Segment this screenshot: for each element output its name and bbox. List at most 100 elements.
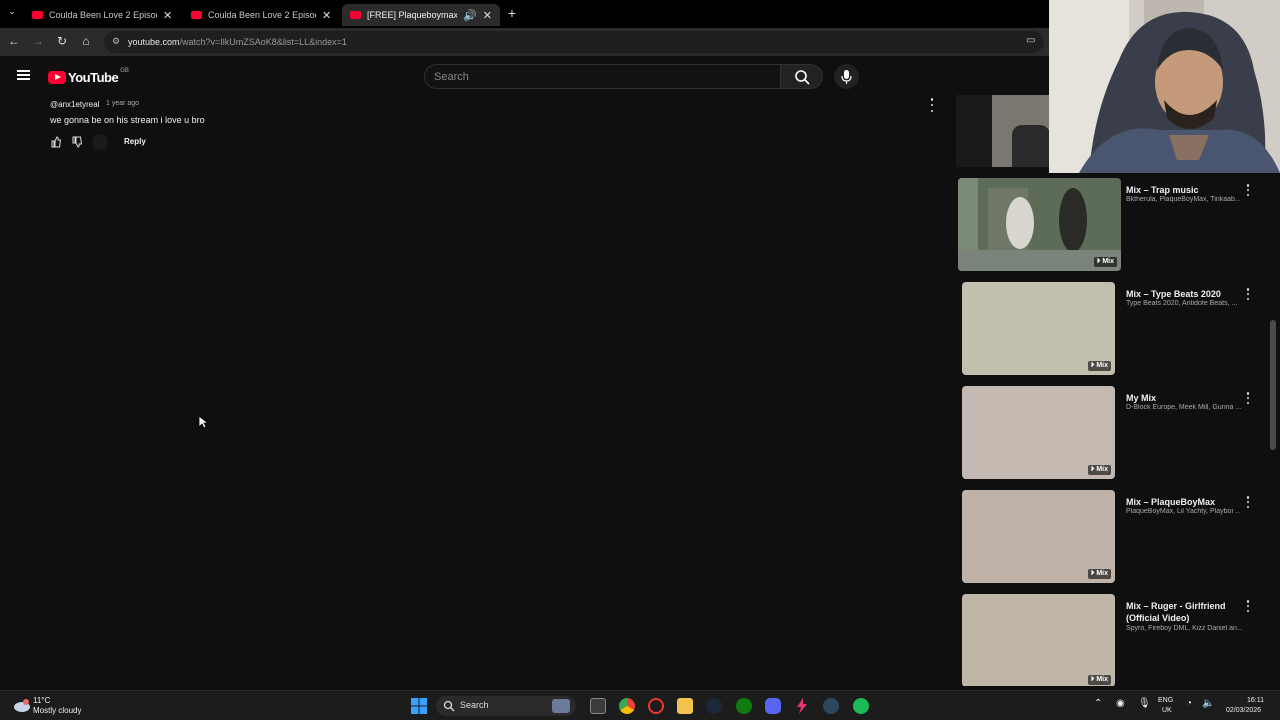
more-actions-icon[interactable] [1246,288,1250,300]
language-code[interactable]: ENG [1158,696,1173,705]
address-bar[interactable]: ⚙ youtube.com/watch?v=IlkUmZSAoK8&list=L… [104,31,1044,53]
video-channels: Type Beats 2020, Antidote Beats, ... [1126,300,1238,307]
more-actions-icon[interactable] [1246,496,1250,508]
more-actions-icon[interactable] [1246,600,1250,612]
site-info-icon[interactable]: ⚙ [112,36,120,47]
tab-title: Coulda Been Love 2 Episode 3: [208,10,316,20]
weather-widget[interactable] [12,695,32,715]
region-code[interactable]: UK [1162,706,1172,715]
steam-icon[interactable] [706,698,722,714]
forward-arrow-icon[interactable]: → [30,34,46,48]
spotify-icon[interactable] [853,698,869,714]
mix-badge: ⏵ Mix [1087,361,1111,371]
webcam-overlay [1049,0,1280,173]
search-highlight-icon [552,699,570,713]
tab-title: Coulda Been Love 2 Episode 3: [49,10,157,20]
video-thumbnail[interactable]: ⏵ Mix [958,178,1121,271]
recommendation-thumbnail-partial[interactable] [956,95,1050,167]
search-placeholder: Search [434,71,469,83]
video-title[interactable]: My Mix [1126,392,1234,404]
clock-date[interactable]: 02/03/2026 [1226,706,1261,715]
windows-start-icon[interactable] [411,698,427,714]
search-icon [443,700,455,712]
youtube-logo[interactable]: YouTube GB [48,67,129,85]
url-path: /watch?v=IlkUmZSAoK8&list=LL&index=1 [179,37,347,47]
tab-list-chevron-icon[interactable]: ⌄ [4,6,20,17]
browser-tab-3-active[interactable]: [FREE] Plaqueboymax Type 🔊 ✕ [342,4,500,26]
video-thumbnail[interactable]: ⏵ Mix [962,282,1115,375]
video-channels: Bktherula, PlaqueBoyMax, Tinkaab... [1126,196,1241,203]
file-explorer-icon[interactable] [677,698,693,714]
youtube-play-icon [48,71,66,84]
comment-timestamp[interactable]: 1 year ago [106,100,139,107]
install-app-icon[interactable]: ▭ [1026,35,1035,46]
country-code: GB [120,67,129,74]
mix-badge: ⏵ Mix [1087,465,1111,475]
close-tab-icon[interactable]: ✕ [483,9,492,22]
url-host: youtube.com [128,37,180,47]
comment-more-actions-icon[interactable] [928,98,936,112]
search-input[interactable]: Search [424,64,781,89]
show-hidden-icons-chevron-icon[interactable]: ⌃ [1094,699,1102,709]
reload-icon[interactable]: ↻ [54,34,70,48]
video-thumbnail[interactable]: ⏵ Mix [962,490,1115,583]
home-icon[interactable]: ⌂ [78,34,94,48]
network-icon[interactable]: ◔ [1186,699,1192,709]
weather-temperature: 11°C [33,696,51,705]
thumbs-up-icon[interactable] [50,136,62,148]
voice-search-button[interactable] [834,64,859,89]
video-title[interactable]: Mix – Type Beats 2020 [1126,288,1234,300]
new-tab-button[interactable]: + [504,5,520,21]
webcam-image [1049,0,1280,173]
thumbs-down-icon[interactable] [71,136,83,148]
mix-badge-label: Mix [1102,258,1114,265]
video-title[interactable]: Mix – Trap music [1126,184,1234,196]
lightning-app-icon[interactable] [794,698,810,714]
recommendation-mix-5[interactable]: ⏵ Mix Mix – Ruger - Girlfriend (Official… [956,594,1256,686]
hamburger-menu-icon[interactable] [17,70,30,80]
browser-tab-2[interactable]: Coulda Been Love 2 Episode 3: ✕ [183,4,339,26]
page-scrollbar[interactable] [1270,320,1276,450]
mix-badge-label: Mix [1096,676,1108,683]
comment-author[interactable]: @anx1etyreal [50,100,99,109]
mix-badge: ⏵ Mix [1087,569,1111,579]
steam-app-icon[interactable] [823,698,839,714]
mix-badge-label: Mix [1096,570,1108,577]
taskbar-search-label: Search [460,700,489,710]
taskbar-search[interactable]: Search [436,696,576,716]
recommendation-mix-1[interactable]: ⏵ Mix Mix – Trap music Bktherula, Plaque… [956,178,1256,282]
xbox-icon[interactable] [736,698,752,714]
chrome-icon[interactable] [619,698,635,714]
task-view-icon[interactable] [590,698,606,714]
youtube-favicon-icon [191,11,202,19]
video-title[interactable]: Mix – PlaqueBoyMax [1126,496,1234,508]
system-tray-app-icon[interactable]: ◉ [1116,699,1125,709]
discord-icon[interactable] [765,698,781,714]
search-button[interactable] [781,64,823,89]
video-title[interactable]: Mix – Ruger - Girlfriend (Official Video… [1126,600,1234,624]
tab-title: [FREE] Plaqueboymax Type [367,10,458,20]
mouse-cursor-icon [198,415,208,429]
recommendation-my-mix[interactable]: ⏵ Mix My Mix D-Block Europe, Meek Mill, … [956,386,1256,490]
speaker-icon[interactable]: 🔊 [463,9,477,22]
app-icon-red-circle[interactable] [648,698,664,714]
close-tab-icon[interactable]: ✕ [322,9,331,22]
volume-icon[interactable]: 🔈 [1202,699,1214,709]
windows-taskbar: 11°C Mostly cloudy Search ⌃ ◉ 🎙 ENG UK ◔… [0,690,1280,720]
microphone-icon[interactable]: 🎙 [1138,699,1151,709]
reply-button[interactable]: Reply [124,137,146,146]
more-actions-icon[interactable] [1246,392,1250,404]
recommendation-mix-2[interactable]: ⏵ Mix Mix – Type Beats 2020 Type Beats 2… [956,282,1256,386]
video-thumbnail[interactable]: ⏵ Mix [962,594,1115,686]
more-actions-icon[interactable] [1246,184,1250,196]
video-channels: D-Block Europe, Meek Mill, Gunna ... [1126,404,1242,411]
youtube-logo-text: YouTube [68,70,119,85]
microphone-icon [841,70,852,84]
close-tab-icon[interactable]: ✕ [163,9,172,22]
back-arrow-icon[interactable]: ← [6,34,22,48]
browser-tab-1[interactable]: Coulda Been Love 2 Episode 3: ✕ [24,4,180,26]
recommendation-mix-4[interactable]: ⏵ Mix Mix – PlaqueBoyMax PlaqueBoyMax, L… [956,490,1256,594]
clock-time[interactable]: 16:11 [1247,696,1264,705]
video-thumbnail[interactable]: ⏵ Mix [962,386,1115,479]
mix-badge: ⏵ Mix [1093,257,1117,267]
